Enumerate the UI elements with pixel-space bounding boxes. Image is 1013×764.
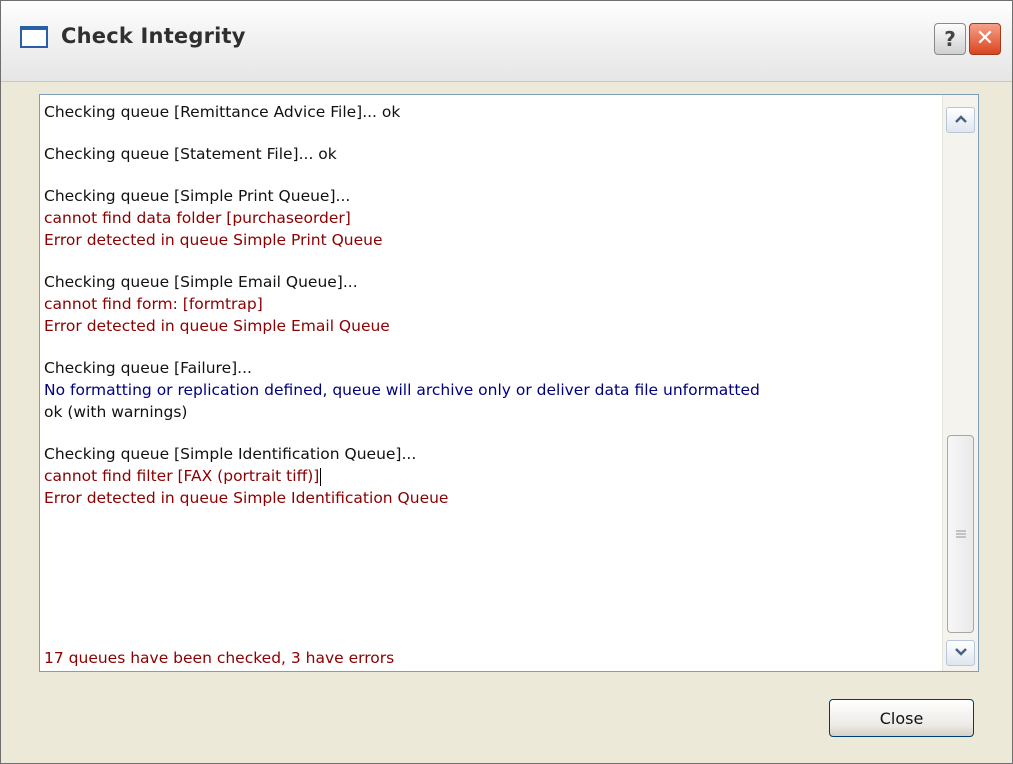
log-line: Checking queue [Simple Identification Qu… [44,445,417,463]
log-line: No formatting or replication defined, qu… [44,381,760,399]
log-line: Error detected in queue Simple Print Que… [44,231,383,249]
chevron-down-icon [954,645,967,660]
scroll-thumb[interactable] [947,435,974,633]
check-integrity-dialog: Check Integrity ? ✕ Checking queue [Remi… [0,0,1013,764]
log-line-text: cannot find filter [FAX (portrait tiff)] [44,467,320,485]
summary-line: 17 queues have been checked, 3 have erro… [44,649,395,667]
close-button[interactable]: Close [829,699,974,737]
grip-icon [956,530,966,538]
log-line: Checking queue [Simple Print Queue]... [44,187,351,205]
window-icon [20,26,48,48]
window-title: Check Integrity [61,24,246,48]
vertical-scrollbar[interactable] [942,95,978,671]
log-line: Error detected in queue Simple Email Que… [44,317,390,335]
text-caret [320,467,322,486]
log-line: Checking queue [Remittance Advice File].… [44,103,401,121]
log-line: cannot find form: [formtrap] [44,295,263,313]
log-line-with-caret: cannot find filter [FAX (portrait tiff)] [44,465,940,487]
integrity-log-textarea[interactable]: Checking queue [Remittance Advice File].… [39,94,979,672]
title-bar[interactable]: Check Integrity ? ✕ [1,1,1012,82]
log-line: Checking queue [Simple Email Queue]... [44,273,358,291]
log-content: Checking queue [Remittance Advice File].… [44,101,940,509]
help-button[interactable]: ? [934,23,966,55]
close-window-button[interactable]: ✕ [969,23,1001,55]
scroll-down-button[interactable] [946,640,975,666]
log-line: Checking queue [Statement File]... ok [44,145,337,163]
log-line: ok (with warnings) [44,403,188,421]
log-line: Error detected in queue Simple Identific… [44,489,449,507]
log-line: cannot find data folder [purchaseorder] [44,209,351,227]
log-line: Checking queue [Failure]... [44,359,252,377]
scroll-up-button[interactable] [946,107,975,133]
chevron-up-icon [954,112,967,127]
